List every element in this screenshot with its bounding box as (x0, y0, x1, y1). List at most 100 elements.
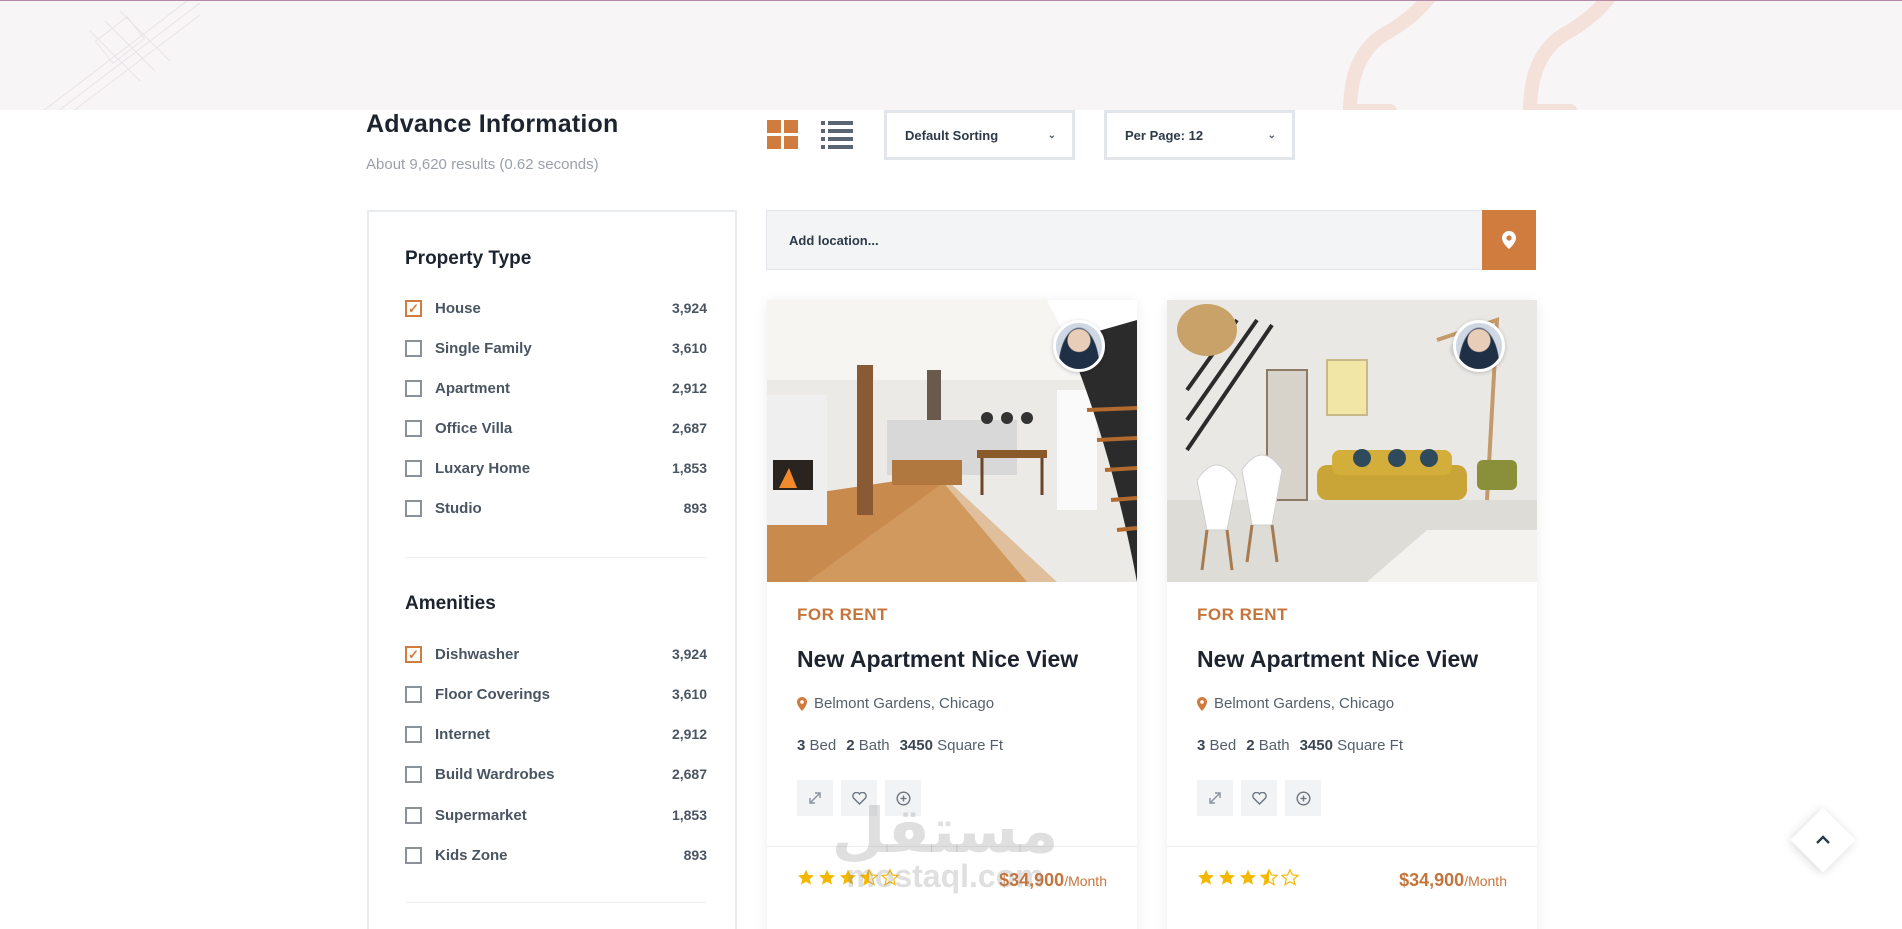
sort-select[interactable]: Default Sorting ⌄ (884, 110, 1075, 160)
beds-value: 3 (1197, 737, 1206, 754)
card-actions (1197, 780, 1321, 816)
property-type-heading: Property Type (405, 248, 532, 269)
star-full-icon (840, 869, 856, 885)
heart-icon[interactable] (841, 780, 877, 816)
filter-property-studio[interactable]: Studio 893 (405, 496, 707, 520)
filter-property-luxary-home[interactable]: Luxary Home 1,853 (405, 456, 707, 480)
filter-count: 3,610 (671, 340, 707, 356)
location-search-bar (766, 210, 1536, 270)
filter-property-house[interactable]: House 3,924 (405, 296, 707, 320)
property-image-kitchen[interactable] (767, 300, 1137, 582)
checkbox[interactable] (405, 846, 422, 864)
baths-label: Bath (858, 737, 890, 754)
filter-count: 2,687 (671, 420, 707, 436)
card-actions (797, 780, 921, 816)
filter-amenity-kids-zone[interactable]: Kids Zone 893 (405, 843, 707, 867)
location-text: Belmont Gardens, Chicago (1214, 695, 1395, 712)
heart-icon[interactable] (1241, 780, 1277, 816)
checkbox[interactable] (405, 499, 422, 517)
location-input[interactable] (767, 211, 1482, 269)
filter-amenity-internet[interactable]: Internet 2,912 (405, 722, 707, 746)
star-empty-icon (881, 869, 899, 886)
checkbox[interactable] (405, 725, 422, 743)
checkbox[interactable] (405, 299, 422, 317)
beds-label: Bed (1209, 737, 1237, 754)
area-value: 3450 (1299, 737, 1333, 754)
filter-property-single-family[interactable]: Single Family 3,610 (405, 336, 707, 360)
checkbox[interactable] (405, 806, 422, 824)
per-page-select[interactable]: Per Page: 12 ⌄ (1104, 110, 1295, 160)
divider (767, 846, 1137, 847)
baths-value: 2 (846, 737, 855, 754)
filter-count: 2,912 (671, 380, 707, 396)
listing-location: Belmont Gardens, Chicago (1197, 695, 1394, 712)
star-full-icon (1240, 869, 1256, 885)
results-count: About 9,620 results (0.62 seconds) (366, 156, 599, 173)
filter-amenity-dishwasher[interactable]: Dishwasher 3,924 (405, 642, 707, 666)
quote-decoration (1343, 1, 1615, 110)
filter-amenity-supermarket[interactable]: Supermarket 1,853 (405, 803, 707, 827)
divider (405, 557, 707, 558)
map-pin-icon (1502, 231, 1516, 249)
amenities-heading: Amenities (405, 593, 496, 614)
filter-label: Apartment (435, 379, 511, 397)
divider (1167, 846, 1537, 847)
filter-amenity-floor-coverings[interactable]: Floor Coverings 3,610 (405, 682, 707, 706)
top-banner (0, 0, 1902, 110)
listing-specs: 3 Bed 2 Bath 3450 Square Ft (797, 737, 1003, 754)
filter-label: Kids Zone (435, 846, 508, 864)
filter-property-office-villa[interactable]: Office Villa 2,687 (405, 416, 707, 440)
checkbox[interactable] (405, 765, 422, 783)
star-half-icon (1260, 869, 1278, 886)
checkbox[interactable] (405, 459, 422, 477)
agent-avatar[interactable] (1053, 320, 1105, 372)
expand-icon[interactable] (1197, 780, 1233, 816)
filter-label: House (435, 299, 481, 317)
chevron-down-icon: ⌄ (1267, 129, 1276, 141)
agent-avatar[interactable] (1453, 320, 1505, 372)
filter-amenity-build-wardrobes[interactable]: Build Wardrobes 2,687 (405, 762, 707, 786)
filter-label: Single Family (435, 339, 532, 357)
listing-status: FOR RENT (1197, 605, 1288, 624)
star-half-icon (860, 869, 878, 886)
rating-stars (797, 869, 899, 886)
filter-sidebar: Property Type House 3,924 Single Family … (367, 210, 737, 929)
checkbox[interactable] (405, 379, 422, 397)
add-compare-icon[interactable] (1285, 780, 1321, 816)
beds-label: Bed (809, 737, 837, 754)
listing-status: FOR RENT (797, 605, 888, 624)
location-search-button[interactable] (1482, 210, 1536, 270)
expand-icon[interactable] (797, 780, 833, 816)
list-view-icon[interactable] (821, 120, 853, 149)
grid-view-icon[interactable] (767, 120, 798, 149)
listing-title[interactable]: New Apartment Nice View (1197, 646, 1478, 673)
scroll-to-top-button[interactable] (1790, 807, 1856, 873)
property-card[interactable]: FOR RENT New Apartment Nice View Belmont… (767, 300, 1137, 929)
filter-label: Internet (435, 725, 491, 743)
checkbox[interactable] (405, 685, 422, 703)
filter-label: Supermarket (435, 806, 527, 824)
filter-label: Floor Coverings (435, 685, 551, 703)
filter-count: 3,924 (671, 646, 707, 662)
filter-count: 3,610 (671, 686, 707, 702)
property-image-living-room[interactable] (1167, 300, 1537, 582)
baths-label: Bath (1258, 737, 1290, 754)
listing-title[interactable]: New Apartment Nice View (797, 646, 1078, 673)
checkbox[interactable] (405, 645, 422, 663)
sort-select-value: Default Sorting (905, 127, 999, 143)
checkbox[interactable] (405, 339, 422, 357)
filter-count: 893 (683, 500, 707, 516)
page-title: Advance Information (366, 110, 619, 138)
map-pin-icon (1197, 696, 1207, 711)
price-value: $34,900 (1399, 870, 1465, 890)
star-empty-icon (1281, 869, 1299, 886)
price-unit: /Month (1064, 873, 1107, 889)
area-label: Square Ft (937, 737, 1004, 754)
filter-property-apartment[interactable]: Apartment 2,912 (405, 376, 707, 400)
add-compare-icon[interactable] (885, 780, 921, 816)
filter-label: Luxary Home (435, 459, 531, 477)
checkbox[interactable] (405, 419, 422, 437)
filter-label: Studio (435, 499, 482, 517)
property-card[interactable]: FOR RENT New Apartment Nice View Belmont… (1167, 300, 1537, 929)
listing-location: Belmont Gardens, Chicago (797, 695, 994, 712)
